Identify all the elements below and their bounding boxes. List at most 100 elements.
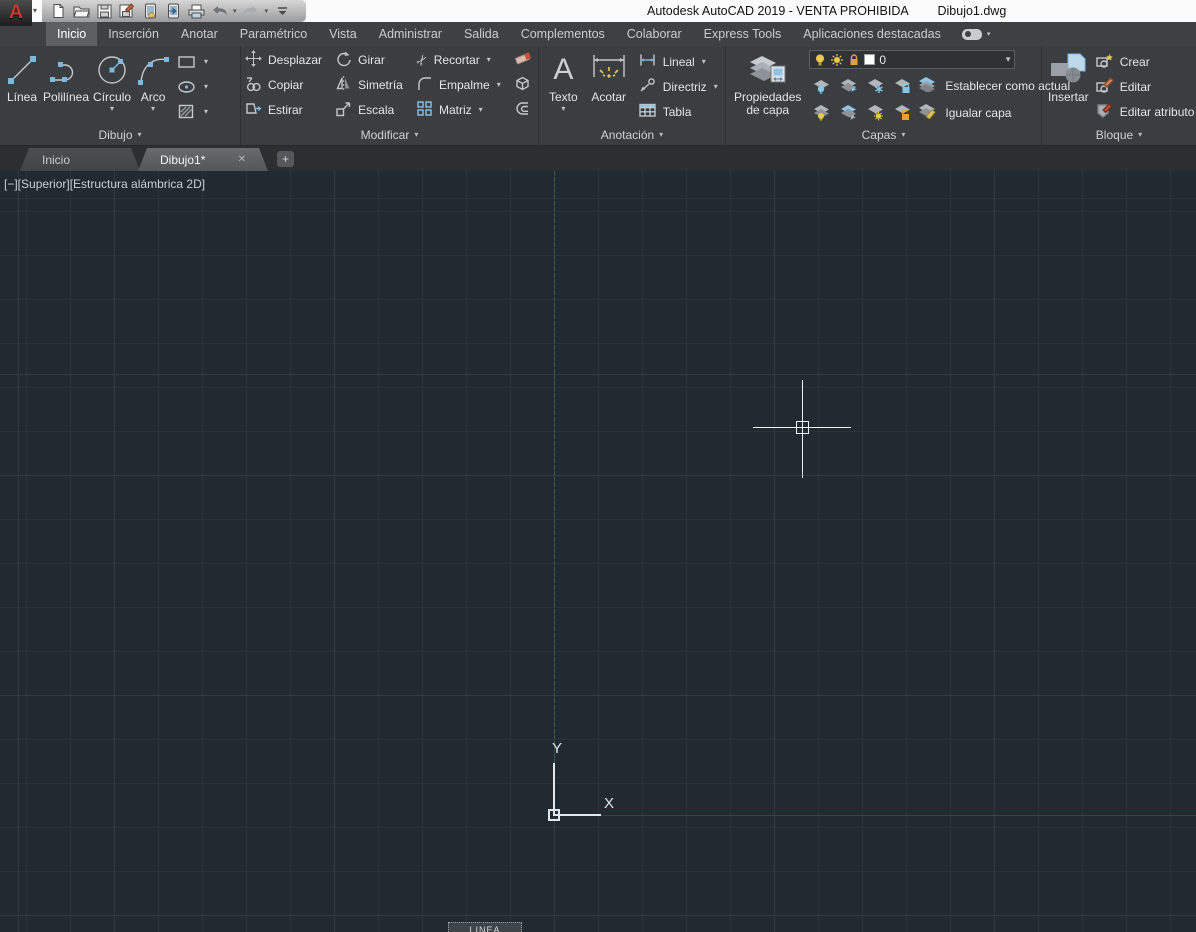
layer-on-bulb-icon[interactable] bbox=[814, 53, 826, 67]
arco-button[interactable]: Arco ▾ bbox=[133, 48, 173, 126]
descomponer-button[interactable] bbox=[514, 75, 534, 95]
empalme-button[interactable]: Empalme ▾ bbox=[416, 75, 502, 95]
desfase-button[interactable] bbox=[514, 100, 534, 120]
hatch-dropdown-icon[interactable]: ▾ bbox=[204, 107, 208, 116]
hatch-tool-button[interactable]: ▾ bbox=[177, 99, 208, 124]
layer-freeze-icon[interactable] bbox=[863, 78, 890, 94]
viewport-controls-label[interactable]: [−][Superior][Estructura alámbrica 2D] bbox=[4, 177, 205, 191]
rectangle-dropdown-icon[interactable]: ▾ bbox=[204, 57, 208, 66]
ribbon-display-toggle[interactable]: ▾ bbox=[952, 22, 1002, 46]
command-input-partial[interactable]: LINEA bbox=[448, 922, 522, 932]
layer-isolate-icon[interactable] bbox=[836, 78, 863, 94]
lineal-dropdown-icon[interactable]: ▾ bbox=[702, 57, 706, 66]
tab-salida[interactable]: Salida bbox=[453, 22, 510, 46]
save-to-mobile-icon[interactable] bbox=[140, 2, 160, 20]
estirar-button[interactable]: Estirar bbox=[245, 100, 323, 120]
matriz-dropdown-icon[interactable]: ▾ bbox=[479, 105, 483, 114]
file-tab-dibujo1[interactable]: Dibujo1* ✕ bbox=[138, 148, 268, 171]
tab-colaborar[interactable]: Colaborar bbox=[616, 22, 693, 46]
layer-lock-icon[interactable] bbox=[848, 53, 860, 67]
layer-on-tool-icon[interactable] bbox=[809, 104, 836, 121]
borrar-button[interactable] bbox=[514, 50, 534, 70]
panel-dibujo-title[interactable]: Dibujo ▾ bbox=[0, 126, 240, 143]
layer-color-swatch[interactable] bbox=[864, 54, 876, 65]
layer-combo[interactable]: 0 ▾ bbox=[809, 50, 1016, 69]
panel-bloque-title[interactable]: Bloque ▾ bbox=[1042, 126, 1196, 143]
panel-dibujo-expand-icon[interactable]: ▾ bbox=[138, 130, 142, 139]
ellipse-tool-button[interactable]: ▾ bbox=[177, 74, 208, 99]
recortar-button[interactable]: ✂ Recortar ▾ bbox=[412, 50, 502, 69]
drawing-canvas[interactable]: [−][Superior][Estructura alámbrica 2D] Y… bbox=[0, 171, 1196, 932]
acotar-button[interactable]: Acotar bbox=[586, 48, 632, 126]
tab-parametrico[interactable]: Paramétrico bbox=[229, 22, 318, 46]
layer-thaw-tool-icon[interactable] bbox=[863, 104, 890, 121]
tab-insercion[interactable]: Inserción bbox=[97, 22, 170, 46]
tab-complementos[interactable]: Complementos bbox=[510, 22, 616, 46]
simetria-button[interactable]: Simetría bbox=[335, 75, 404, 95]
qat-customize-icon[interactable] bbox=[272, 2, 292, 20]
polilinea-button[interactable]: Polilínea bbox=[41, 48, 91, 126]
document-name-text: Dibujo1.dwg bbox=[937, 4, 1007, 18]
matriz-button[interactable]: Matriz ▾ bbox=[416, 100, 502, 120]
panel-anotacion-title[interactable]: Anotación ▾ bbox=[539, 126, 725, 143]
panel-modificar-expand-icon[interactable]: ▾ bbox=[414, 130, 418, 139]
tabla-button[interactable]: Tabla bbox=[638, 99, 718, 124]
ribbon-toggle-dropdown-icon[interactable]: ▾ bbox=[987, 30, 991, 38]
open-from-mobile-icon[interactable] bbox=[163, 2, 183, 20]
open-file-icon[interactable] bbox=[71, 2, 91, 20]
panel-modificar-title[interactable]: Modificar ▾ bbox=[241, 126, 538, 143]
circulo-dropdown-icon[interactable]: ▾ bbox=[110, 104, 114, 113]
rectangle-tool-button[interactable]: ▾ bbox=[177, 49, 208, 74]
new-drawing-tab-button[interactable]: + bbox=[277, 151, 294, 167]
desplazar-button[interactable]: Desplazar bbox=[245, 49, 323, 70]
application-menu-button[interactable]: A bbox=[0, 0, 32, 26]
lineal-button[interactable]: Lineal ▾ bbox=[638, 49, 718, 74]
tab-anotar[interactable]: Anotar bbox=[170, 22, 229, 46]
texto-button[interactable]: A Texto ▾ bbox=[547, 48, 580, 126]
layer-lock-tool-icon[interactable] bbox=[890, 78, 917, 94]
save-icon[interactable] bbox=[94, 2, 114, 20]
empalme-dropdown-icon[interactable]: ▾ bbox=[497, 80, 501, 89]
girar-button[interactable]: Girar bbox=[335, 50, 404, 70]
tab-aplicaciones-destacadas[interactable]: Aplicaciones destacadas bbox=[792, 22, 952, 46]
propiedades-capa-button[interactable]: Propiedades de capa bbox=[732, 48, 803, 126]
linea-button[interactable]: Línea bbox=[3, 48, 41, 126]
application-menu-dropdown-icon[interactable]: ▾ bbox=[33, 6, 37, 15]
panel-capas-title[interactable]: Capas ▾ bbox=[726, 126, 1041, 143]
layer-unisolate-icon[interactable] bbox=[836, 104, 863, 121]
panel-capas-expand-icon[interactable]: ▾ bbox=[901, 130, 905, 139]
plot-icon[interactable] bbox=[186, 2, 206, 20]
redo-dropdown-icon[interactable]: ▾ bbox=[265, 7, 269, 15]
editar-bloque-button[interactable]: Editar bbox=[1095, 74, 1195, 99]
undo-dropdown-icon[interactable]: ▾ bbox=[233, 7, 237, 15]
tab-inicio[interactable]: Inicio bbox=[46, 22, 98, 46]
recortar-dropdown-icon[interactable]: ▾ bbox=[487, 55, 491, 64]
panel-anotacion-expand-icon[interactable]: ▾ bbox=[659, 130, 663, 139]
layer-off-icon[interactable] bbox=[809, 78, 836, 94]
layer-combo-dropdown-icon[interactable]: ▾ bbox=[1006, 54, 1011, 65]
close-tab-icon[interactable]: ✕ bbox=[238, 154, 246, 165]
insertar-button[interactable]: Insertar bbox=[1046, 48, 1091, 126]
tab-vista[interactable]: Vista bbox=[318, 22, 368, 46]
tab-express-tools[interactable]: Express Tools bbox=[693, 22, 793, 46]
undo-icon[interactable] bbox=[209, 2, 229, 20]
new-file-icon[interactable] bbox=[48, 2, 68, 20]
directriz-dropdown-icon[interactable]: ▾ bbox=[714, 82, 718, 91]
texto-dropdown-icon[interactable]: ▾ bbox=[561, 104, 565, 113]
layer-thaw-sun-icon[interactable] bbox=[830, 53, 844, 67]
ellipse-dropdown-icon[interactable]: ▾ bbox=[204, 82, 208, 91]
crear-bloque-button[interactable]: Crear bbox=[1095, 49, 1195, 74]
save-as-icon[interactable] bbox=[117, 2, 137, 20]
layer-name-value[interactable]: 0 bbox=[879, 53, 1001, 67]
arco-dropdown-icon[interactable]: ▾ bbox=[151, 104, 155, 113]
tab-administrar[interactable]: Administrar bbox=[368, 22, 453, 46]
panel-bloque-expand-icon[interactable]: ▾ bbox=[1138, 130, 1142, 139]
editar-atributo-button[interactable]: Editar atributo bbox=[1095, 99, 1194, 124]
layer-unlock-icon[interactable] bbox=[890, 104, 917, 121]
escala-button[interactable]: Escala bbox=[335, 100, 404, 120]
directriz-button[interactable]: Directriz ▾ bbox=[638, 74, 718, 99]
copiar-button[interactable]: Copiar bbox=[245, 75, 323, 95]
file-tab-inicio[interactable]: Inicio bbox=[20, 148, 140, 171]
redo-icon[interactable] bbox=[241, 2, 261, 20]
circulo-button[interactable]: Círculo ▾ bbox=[91, 48, 133, 126]
